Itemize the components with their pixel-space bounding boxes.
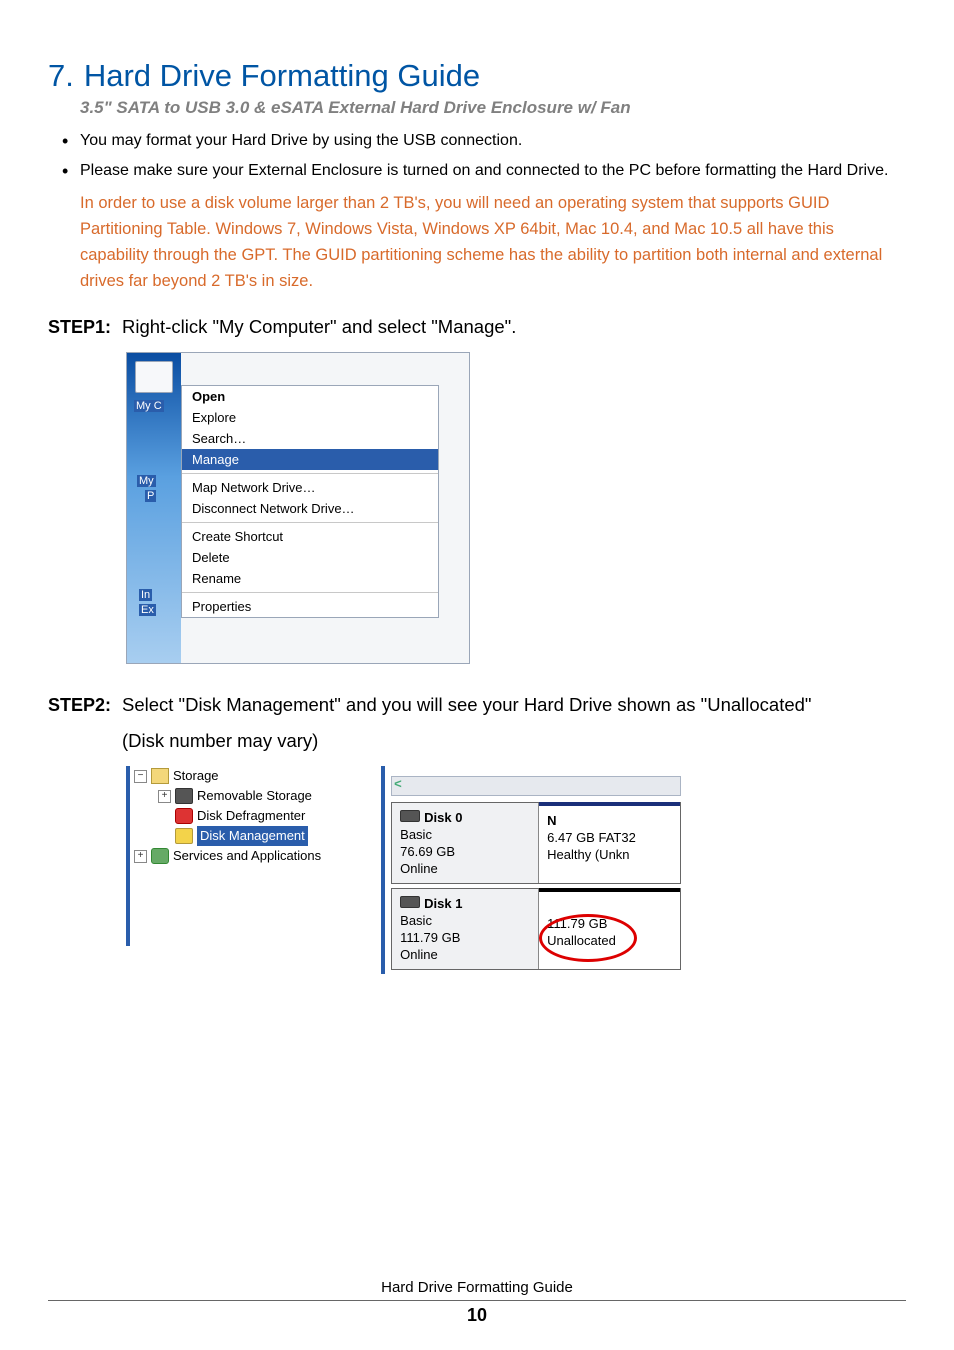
gpt-warning-note: In order to use a disk volume larger tha… — [80, 190, 906, 294]
screenshot-context-menu: My C My P In Ex Open Explore Search… Man… — [126, 352, 470, 664]
disk0-status: Online — [400, 860, 530, 877]
screenshot-disk-panel: Disk 0 Basic 76.69 GB Online N 6.47 GB F… — [381, 766, 687, 974]
horizontal-scrollbar[interactable] — [391, 776, 681, 796]
disk1-row: Disk 1 Basic 111.79 GB Online 111.79 GB … — [391, 888, 681, 970]
menu-open[interactable]: Open — [182, 386, 438, 407]
menu-disconnect-network-drive[interactable]: Disconnect Network Drive… — [182, 498, 438, 519]
tree-disk-defragmenter[interactable]: Disk Defragmenter — [197, 806, 305, 826]
section-title: Hard Drive Formatting Guide — [84, 58, 480, 94]
disk0-volume-letter: N — [547, 812, 672, 829]
disk0-volume-status: Healthy (Unkn — [547, 846, 672, 863]
menu-search[interactable]: Search… — [182, 428, 438, 449]
bullet-item: Please make sure your External Enclosure… — [58, 158, 906, 184]
disk0-row: Disk 0 Basic 76.69 GB Online N 6.47 GB F… — [391, 802, 681, 884]
step2-text-line2: (Disk number may vary) — [122, 726, 906, 756]
bullet-item: You may format your Hard Drive by using … — [58, 128, 906, 154]
my-computer-label: My C — [134, 400, 164, 412]
menu-delete[interactable]: Delete — [182, 547, 438, 568]
disk1-volume-size: 111.79 GB — [547, 915, 672, 932]
disk1-status: Online — [400, 946, 530, 963]
step2-text-line1: Select "Disk Management" and you will se… — [122, 690, 812, 720]
step1-text: Right-click "My Computer" and select "Ma… — [122, 312, 516, 342]
tree-storage[interactable]: Storage — [173, 766, 219, 786]
disk0-size: 76.69 GB — [400, 843, 530, 860]
disk-management-icon — [175, 828, 193, 844]
menu-explore[interactable]: Explore — [182, 407, 438, 428]
collapse-icon[interactable]: − — [134, 770, 147, 783]
tree-removable-storage[interactable]: Removable Storage — [197, 786, 312, 806]
footer-title: Hard Drive Formatting Guide — [48, 1279, 906, 1296]
intro-bullets: You may format your Hard Drive by using … — [58, 128, 906, 184]
desktop-strip: My C My P In Ex — [127, 353, 181, 663]
tree-services-and-applications[interactable]: Services and Applications — [173, 846, 321, 866]
ie-label-in: In — [139, 589, 152, 601]
my-network-label: My — [137, 475, 156, 487]
ie-label-ex: Ex — [139, 604, 156, 616]
my-network-label-p: P — [145, 490, 156, 502]
disk0-volume-size: 6.47 GB FAT32 — [547, 829, 672, 846]
step1-label: STEP1: — [48, 317, 114, 338]
menu-rename[interactable]: Rename — [182, 568, 438, 589]
section-number: 7. — [48, 58, 74, 94]
product-subtitle: 3.5" SATA to USB 3.0 & eSATA External Ha… — [80, 98, 906, 118]
expand-icon[interactable]: + — [158, 790, 171, 803]
removable-storage-icon — [175, 788, 193, 804]
expand-icon[interactable]: + — [134, 850, 147, 863]
services-icon — [151, 848, 169, 864]
folder-icon — [151, 768, 169, 784]
disk1-type: Basic — [400, 912, 530, 929]
tree-disk-management[interactable]: Disk Management — [197, 826, 308, 846]
page-number: 10 — [48, 1300, 906, 1326]
disk1-volume-status: Unallocated — [547, 932, 672, 949]
menu-properties[interactable]: Properties — [182, 596, 438, 617]
disk0-title: Disk 0 — [400, 809, 530, 826]
step2-label: STEP2: — [48, 695, 114, 716]
screenshot-tree-panel: − Storage + Removable Storage Disk Defra… — [126, 766, 321, 946]
disk1-size: 111.79 GB — [400, 929, 530, 946]
my-computer-icon — [135, 361, 173, 393]
menu-map-network-drive[interactable]: Map Network Drive… — [182, 477, 438, 498]
menu-create-shortcut[interactable]: Create Shortcut — [182, 526, 438, 547]
disk0-type: Basic — [400, 826, 530, 843]
context-menu: Open Explore Search… Manage Map Network … — [181, 385, 439, 618]
defrag-icon — [175, 808, 193, 824]
disk1-title: Disk 1 — [400, 895, 530, 912]
menu-manage[interactable]: Manage — [182, 449, 438, 470]
